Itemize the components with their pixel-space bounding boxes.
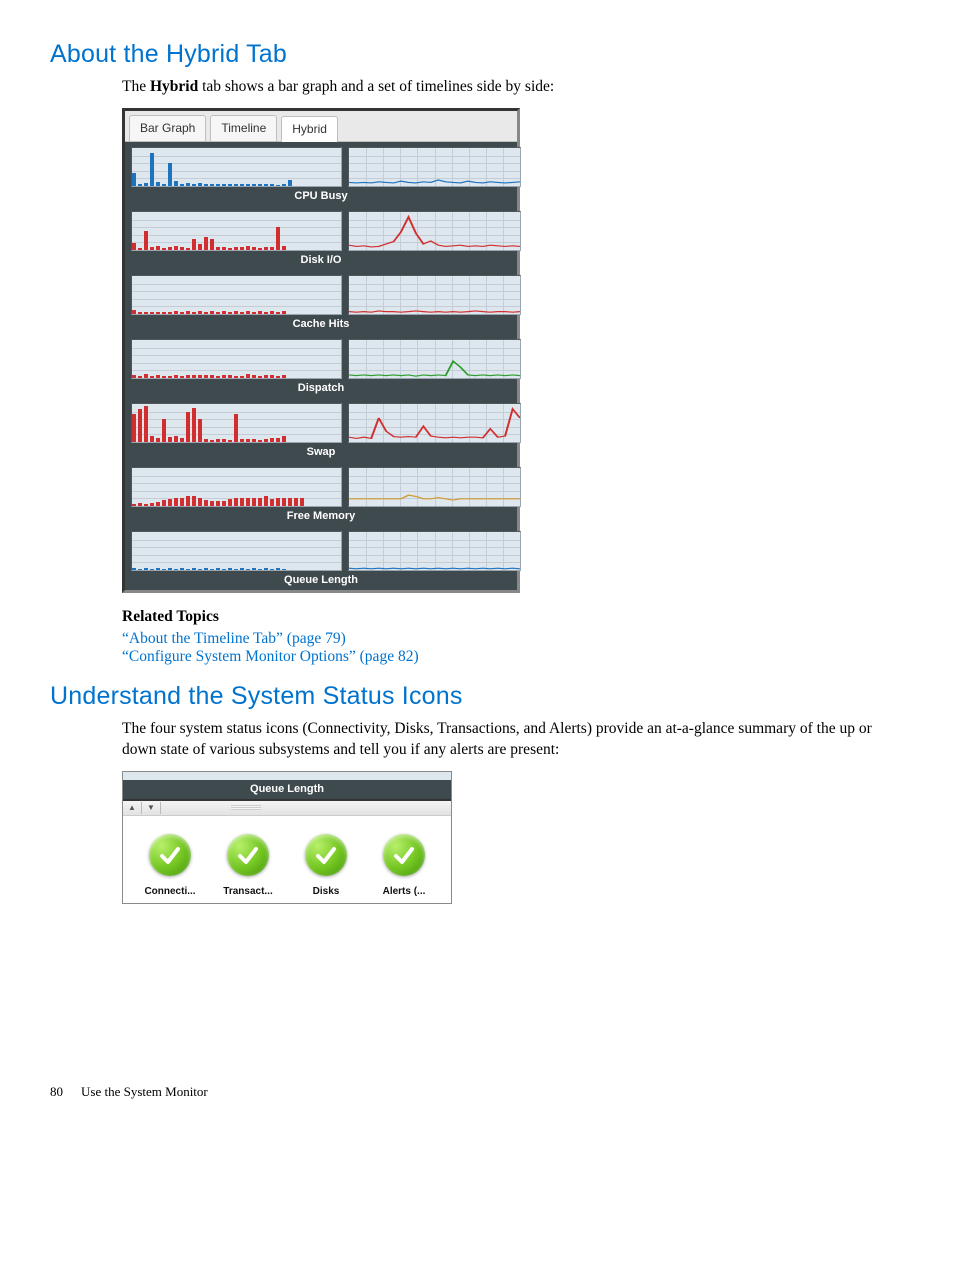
metric-title: Cache Hits [131, 315, 511, 334]
intro-bold: Hybrid [150, 78, 198, 95]
bar-graph-panel [131, 147, 342, 187]
related-link-configure[interactable]: “Configure System Monitor Options” (page… [122, 648, 904, 666]
status-icons-screenshot: Queue Length ▲ ▼ Connecti... Transact... D… [122, 771, 452, 904]
hybrid-tab-screenshot: Bar Graph Timeline Hybrid CPU Busy Disk I… [122, 108, 520, 593]
tab-hybrid[interactable]: Hybrid [281, 116, 338, 142]
status-icon-disks[interactable]: Disks [290, 834, 362, 897]
page-number: 80 [50, 1084, 63, 1100]
bar-graph-panel [131, 339, 342, 379]
timeline-panel [348, 275, 521, 315]
metric-title: Queue Length [131, 571, 511, 590]
timeline-panel [348, 211, 521, 251]
sort-descending-icon[interactable]: ▼ [142, 802, 161, 814]
timeline-panel [348, 403, 521, 443]
page-footer: 80 Use the System Monitor [50, 1084, 904, 1100]
metric-title: Disk I/O [131, 251, 511, 270]
status-icon-label: Transact... [223, 886, 272, 897]
tab-bar-graph[interactable]: Bar Graph [129, 115, 206, 141]
metric-row-cpu-busy: CPU Busy [125, 142, 517, 206]
heading-about-hybrid-tab: About the Hybrid Tab [50, 40, 904, 69]
intro-post: tab shows a bar graph and a set of timel… [198, 78, 554, 95]
metric-row-dispatch: Dispatch [125, 334, 517, 398]
timeline-panel [348, 147, 521, 187]
timeline-panel [348, 339, 521, 379]
timeline-panel [348, 531, 521, 571]
bar-graph-panel [131, 467, 342, 507]
metric-row-swap: Swap [125, 398, 517, 462]
check-ok-icon [383, 834, 425, 876]
check-ok-icon [227, 834, 269, 876]
metric-row-disk-i-o: Disk I/O [125, 206, 517, 270]
bar-graph-panel [131, 403, 342, 443]
bar-graph-panel [131, 531, 342, 571]
status-sortbar: ▲ ▼ [123, 801, 451, 816]
metric-title: Swap [131, 443, 511, 462]
status-icon-connectivity[interactable]: Connecti... [134, 834, 206, 897]
resize-grip-icon[interactable] [231, 805, 261, 810]
heading-system-status-icons: Understand the System Status Icons [50, 682, 904, 711]
metric-row-queue-length: Queue Length [125, 526, 517, 590]
timeline-panel [348, 467, 521, 507]
bar-graph-panel [131, 275, 342, 315]
status-icon-transactions[interactable]: Transact... [212, 834, 284, 897]
metric-title: CPU Busy [131, 187, 511, 206]
status-icon-label: Connecti... [144, 886, 195, 897]
status-panel-header: Queue Length [123, 772, 451, 801]
related-link-timeline[interactable]: “About the Timeline Tab” (page 79) [122, 630, 904, 648]
intro-pre: The [122, 78, 150, 95]
metric-row-free-memory: Free Memory [125, 462, 517, 526]
metric-title: Free Memory [131, 507, 511, 526]
status-icon-alerts[interactable]: Alerts (... [368, 834, 440, 897]
bar-graph-panel [131, 211, 342, 251]
hybrid-intro-text: The Hybrid tab shows a bar graph and a s… [122, 77, 904, 98]
status-icon-label: Alerts (... [383, 886, 426, 897]
sort-ascending-icon[interactable]: ▲ [123, 802, 142, 814]
tab-timeline[interactable]: Timeline [210, 115, 277, 141]
metric-title: Dispatch [131, 379, 511, 398]
related-topics-heading: Related Topics [122, 607, 904, 628]
status-icons-intro: The four system status icons (Connectivi… [122, 719, 904, 761]
page-footer-title: Use the System Monitor [81, 1084, 208, 1100]
check-ok-icon [149, 834, 191, 876]
hybrid-tabbar: Bar Graph Timeline Hybrid [125, 111, 517, 142]
metric-row-cache-hits: Cache Hits [125, 270, 517, 334]
check-ok-icon [305, 834, 347, 876]
status-icon-label: Disks [313, 886, 340, 897]
